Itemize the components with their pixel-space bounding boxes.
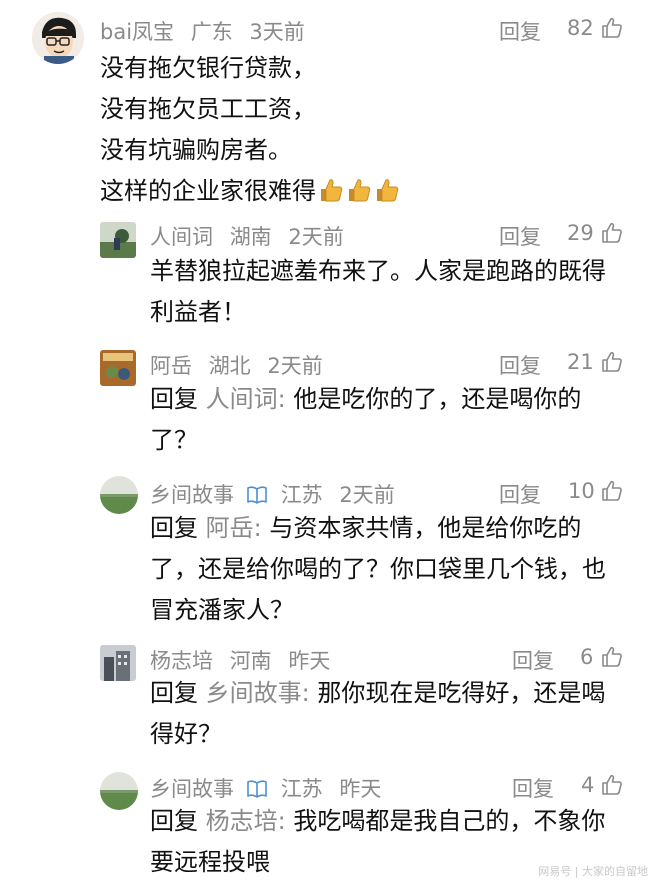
reply-prefix: 回复 <box>150 679 198 707</box>
comment-text: 没有拖欠银行贷款， 没有拖欠员工工资， 没有坑骗购房者。 这样的企业家很难得 <box>100 48 630 212</box>
text-line-content: 我吃喝都是我自己的，不象你 <box>293 807 606 835</box>
text-line: 利益者！ <box>150 298 246 326</box>
text-line: 回复 人间词: 他是吃你的了，还是喝你的 <box>150 379 640 420</box>
text-line: 羊替狼拉起遮羞布来了。人家是跑路的既得 <box>150 257 606 285</box>
comment-meta: 杨志培 河南 昨天 <box>150 645 340 675</box>
avatar[interactable] <box>100 772 138 810</box>
verified-book-icon <box>247 486 267 504</box>
timestamp: 2天前 <box>267 354 323 378</box>
timestamp: 3天前 <box>249 20 305 44</box>
timestamp: 昨天 <box>288 649 331 673</box>
thumbs-up-icon[interactable] <box>600 479 624 503</box>
comment-meta: 阿岳 湖北 2天前 <box>150 350 333 380</box>
reply-button[interactable]: 回复 <box>512 645 554 675</box>
thumbs-up-icon[interactable] <box>600 221 624 245</box>
text-line-content: 他是吃你的了，还是喝你的 <box>293 385 582 413</box>
location: 江苏 <box>280 483 323 507</box>
mention-user[interactable]: 人间词: <box>206 385 286 413</box>
book-cover-avatar-icon <box>100 350 136 386</box>
username[interactable]: 乡间故事 <box>150 777 234 801</box>
avatar[interactable] <box>32 12 84 64</box>
text-line: 没有坑骗购房者。 <box>100 136 292 164</box>
cartoon-face-icon <box>32 12 84 64</box>
reply-button[interactable]: 回复 <box>512 773 554 803</box>
avatar[interactable] <box>100 476 138 514</box>
thumbs-up-emoji-icon <box>349 179 371 202</box>
mention-user[interactable]: 杨志培: <box>206 807 286 835</box>
text-line: 回复 杨志培: 我吃喝都是我自己的，不象你 <box>150 801 640 842</box>
text-line: 没有拖欠员工工资， <box>100 95 316 123</box>
username[interactable]: 阿岳 <box>150 354 192 378</box>
text-line: 冒充潘家人？ <box>150 596 294 624</box>
username[interactable]: 人间词 <box>150 225 213 249</box>
comment-text: 回复 人间词: 他是吃你的了，还是喝你的 了？ <box>150 379 640 461</box>
location: 广东 <box>190 20 233 44</box>
location: 湖北 <box>208 354 251 378</box>
username[interactable]: 乡间故事 <box>150 483 234 507</box>
reply-button[interactable]: 回复 <box>499 16 541 46</box>
text-line-content: 那你现在是吃得好，还是喝 <box>317 679 606 707</box>
reply-prefix: 回复 <box>150 514 198 542</box>
field-avatar-icon <box>100 476 138 514</box>
mention-user[interactable]: 阿岳: <box>206 514 262 542</box>
location: 江苏 <box>280 777 323 801</box>
like-count: 4 <box>581 773 595 797</box>
thumbs-up-emoji-icon <box>377 179 399 202</box>
verified-book-icon <box>247 780 267 798</box>
username[interactable]: 杨志培 <box>150 649 213 673</box>
reply-prefix: 回复 <box>150 807 198 835</box>
text-line: 没有拖欠银行贷款， <box>100 54 316 82</box>
thumbs-up-icon[interactable] <box>600 773 624 797</box>
avatar[interactable] <box>100 222 136 258</box>
like-count: 6 <box>580 645 594 669</box>
thumbs-up-icon[interactable] <box>600 350 624 374</box>
comment-text: 回复 乡间故事: 那你现在是吃得好，还是喝 得好？ <box>150 673 640 755</box>
text-line-content: 与资本家共情，他是给你吃的 <box>269 514 582 542</box>
text-line: 得好？ <box>150 720 222 748</box>
comment-meta: 乡间故事 江苏 2天前 <box>150 479 405 509</box>
comment-text: 羊替狼拉起遮羞布来了。人家是跑路的既得 利益者！ <box>150 251 640 333</box>
mention-user[interactable]: 乡间故事: <box>206 679 310 707</box>
comment-text: 回复 阿岳: 与资本家共情，他是给你吃的 了，还是给你喝的了？你口袋里几个钱，也… <box>150 508 640 631</box>
reply-button[interactable]: 回复 <box>499 350 541 380</box>
text-line: 这样的企业家很难得 <box>100 171 630 212</box>
like-count: 29 <box>567 221 594 245</box>
avatar[interactable] <box>100 645 136 681</box>
text-line: 了？ <box>150 426 198 454</box>
avatar[interactable] <box>100 350 136 386</box>
field-avatar-icon <box>100 772 138 810</box>
watermark: 网易号 | 大家的自留地 <box>538 865 648 878</box>
thumbs-up-icon[interactable] <box>600 16 624 40</box>
text-line: 了，还是给你喝的了？你口袋里几个钱，也 <box>150 555 606 583</box>
comment-meta: 人间词 湖南 2天前 <box>150 221 354 251</box>
landscape-avatar-icon <box>100 222 136 258</box>
like-count: 82 <box>567 16 594 40</box>
location: 河南 <box>229 649 272 673</box>
reply-prefix: 回复 <box>150 385 198 413</box>
reply-button[interactable]: 回复 <box>499 479 541 509</box>
text-line: 回复 阿岳: 与资本家共情，他是给你吃的 <box>150 508 640 549</box>
text-line-content: 这样的企业家很难得 <box>100 177 316 205</box>
timestamp: 2天前 <box>288 225 344 249</box>
thumbs-up-icon[interactable] <box>600 645 624 669</box>
text-line: 回复 乡间故事: 那你现在是吃得好，还是喝 <box>150 673 640 714</box>
comment-meta: 乡间故事 江苏 昨天 <box>150 773 391 803</box>
reply-button[interactable]: 回复 <box>499 221 541 251</box>
comment-meta: bai凤宝 广东 3天前 <box>100 16 315 46</box>
like-count: 10 <box>568 479 595 503</box>
location: 湖南 <box>229 225 272 249</box>
username[interactable]: bai凤宝 <box>100 20 174 44</box>
like-count: 21 <box>567 350 594 374</box>
building-avatar-icon <box>100 645 136 681</box>
thumbs-up-emoji-icon <box>321 179 343 202</box>
timestamp: 昨天 <box>339 777 382 801</box>
timestamp: 2天前 <box>339 483 395 507</box>
